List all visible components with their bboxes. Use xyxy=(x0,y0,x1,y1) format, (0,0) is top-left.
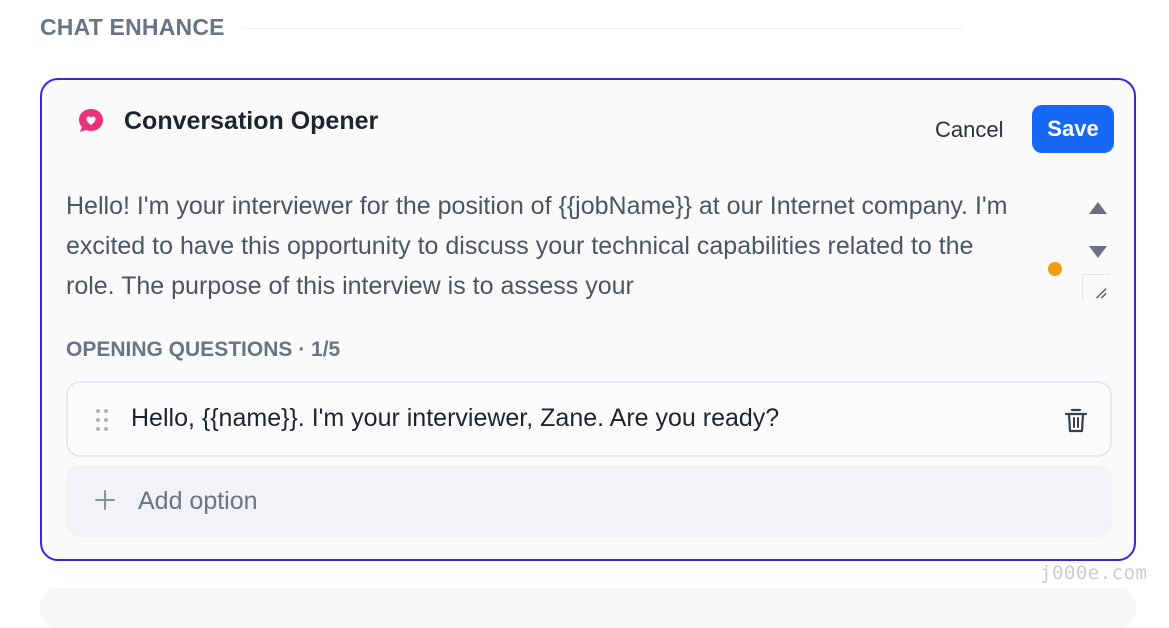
watermark: j000e.com xyxy=(1040,562,1148,584)
save-button[interactable]: Save xyxy=(1032,105,1114,153)
plus-icon xyxy=(95,490,115,510)
resize-handle-icon[interactable] xyxy=(1082,274,1110,302)
status-dot xyxy=(1048,262,1062,276)
card-title: Conversation Opener xyxy=(124,106,379,135)
add-option-button[interactable]: Add option xyxy=(66,465,1112,537)
drag-handle-icon[interactable] xyxy=(94,407,110,433)
trash-icon[interactable] xyxy=(1064,407,1088,433)
cancel-button[interactable]: Cancel xyxy=(935,117,1003,143)
add-option-label: Add option xyxy=(138,487,258,515)
chat-heart-icon xyxy=(79,109,103,132)
next-section-card xyxy=(40,588,1136,628)
section-divider xyxy=(242,28,962,29)
opening-questions-heading: OPENING QUESTIONS · 1/5 xyxy=(66,338,341,361)
card-header: Conversation Opener xyxy=(76,106,378,136)
question-row: Hello, {{name}}. I'm your interviewer, Z… xyxy=(66,381,1112,457)
opener-textarea[interactable]: Hello! I'm your interviewer for the posi… xyxy=(66,186,1016,306)
section-header: CHAT ENHANCE xyxy=(40,14,225,41)
question-text[interactable]: Hello, {{name}}. I'm your interviewer, Z… xyxy=(131,404,779,433)
scroll-up-icon[interactable] xyxy=(1088,200,1108,216)
conversation-opener-card: Conversation Opener Cancel Save Hello! I… xyxy=(40,78,1136,561)
scroll-down-icon[interactable] xyxy=(1088,244,1108,260)
section-title: CHAT ENHANCE xyxy=(40,14,225,40)
